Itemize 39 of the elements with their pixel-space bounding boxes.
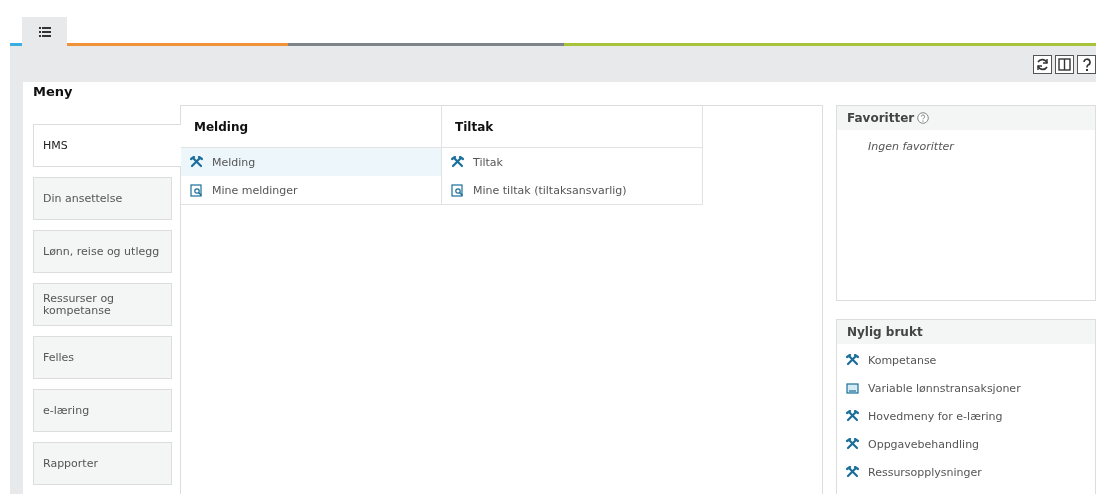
tools-icon (846, 438, 859, 450)
form-icon (846, 382, 859, 394)
item-label: Mine meldinger (212, 183, 298, 197)
tools-icon (846, 410, 859, 422)
columns-icon (1058, 57, 1071, 71)
help-icon (1081, 57, 1092, 71)
tools-icon (846, 466, 859, 478)
menu-tab[interactable] (22, 17, 67, 46)
refresh-icon (1036, 57, 1049, 71)
category-tab[interactable]: e-læring (33, 389, 172, 432)
category-tab[interactable]: Rapporter (33, 442, 172, 485)
category-tab[interactable]: Lønn, reise og utlegg (33, 230, 172, 273)
item-label: Tiltak (473, 155, 503, 169)
category-tab[interactable]: Ressurser og kompetanse (33, 283, 172, 326)
report-icon (190, 183, 203, 197)
recent-link[interactable]: Oppgavebehandling (868, 437, 980, 451)
item-label: Mine tiltak (tiltaksansvarlig) (473, 183, 627, 197)
tools-icon (190, 156, 203, 168)
category-tab[interactable]: HMS (33, 124, 181, 167)
refresh-button[interactable] (1033, 54, 1052, 74)
columns-button[interactable] (1055, 54, 1074, 74)
panel-title: Favoritter (847, 111, 915, 125)
help-icon[interactable] (917, 112, 930, 124)
category-tab[interactable]: Felles (33, 336, 172, 379)
item-label: Melding (212, 155, 256, 169)
menu-title: Meny (33, 83, 74, 101)
recent-link[interactable]: Hovedmeny for e-læring (868, 409, 1003, 423)
recent-link[interactable]: Variable lønnstransaksjoner (868, 381, 1021, 395)
list-icon (38, 26, 51, 37)
category-tab[interactable]: Din ansettelse (33, 177, 172, 220)
empty-message: Ingen favoritter (867, 139, 956, 153)
report-icon (451, 183, 464, 197)
recent-link[interactable]: Ressursopplysninger (868, 465, 982, 479)
menu-item[interactable]: Melding (181, 148, 441, 176)
panel-title: Nylig brukt (847, 325, 923, 339)
recent-link[interactable]: Kompetanse (868, 353, 937, 367)
tools-icon (451, 156, 464, 168)
help-button[interactable] (1077, 54, 1096, 74)
tools-icon (846, 354, 859, 366)
